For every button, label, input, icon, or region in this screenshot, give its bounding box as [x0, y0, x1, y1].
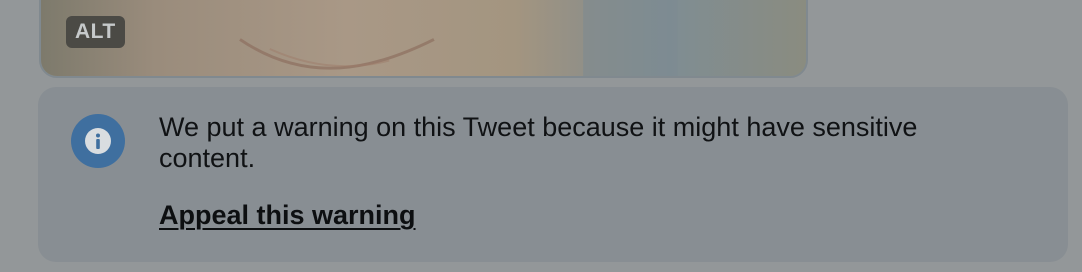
- warning-message: We put a warning on this Tweet because i…: [159, 112, 918, 173]
- alt-text-badge[interactable]: ALT: [66, 16, 125, 48]
- media-photo: [41, 0, 806, 76]
- sensitive-content-warning: We put a warning on this Tweet because i…: [38, 87, 1068, 262]
- tweet-media-card[interactable]: ALT: [39, 0, 808, 78]
- info-icon: [71, 114, 125, 168]
- appeal-warning-link[interactable]: Appeal this warning: [159, 199, 416, 231]
